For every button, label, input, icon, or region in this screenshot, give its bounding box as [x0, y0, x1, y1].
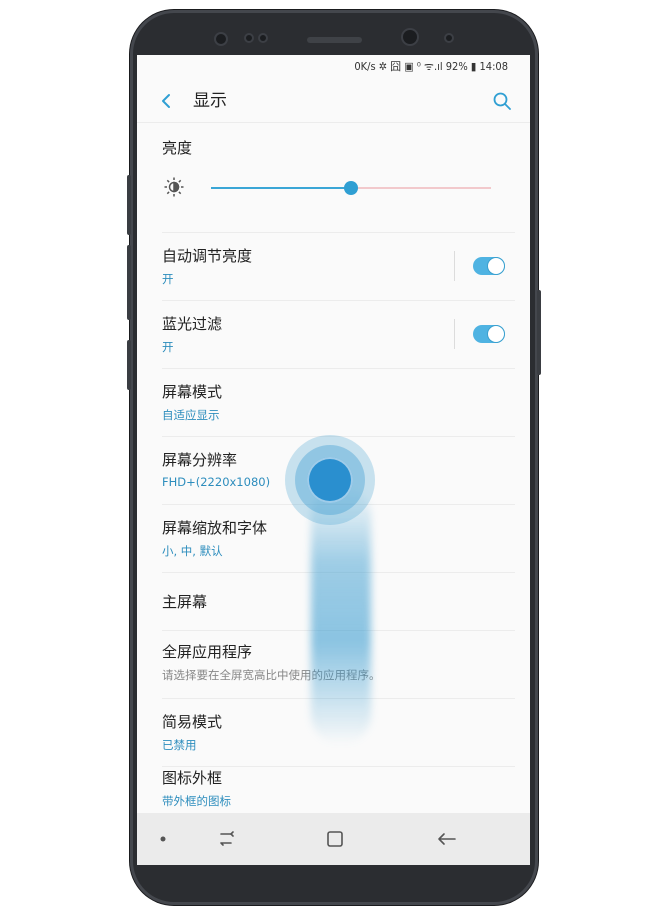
status-bar: 0K/s ✲ 囧 ▣ ⁰ ᯤ.ıl 92% ▮ 14:08	[354, 60, 508, 73]
separator	[454, 319, 455, 349]
front-camera	[403, 30, 417, 44]
nav-back-button[interactable]	[427, 825, 467, 853]
setting-title: 全屏应用程序	[162, 643, 253, 661]
sensor-dot	[446, 35, 452, 41]
sensor-dot	[260, 35, 266, 41]
chevron-left-icon	[162, 94, 170, 108]
app-bar: 显示	[137, 79, 530, 123]
slider-track	[351, 187, 491, 189]
recents-button[interactable]	[207, 825, 247, 853]
navigation-bar	[137, 813, 530, 865]
touch-indicator	[307, 457, 353, 503]
toggle-knob	[488, 258, 504, 274]
power-button	[537, 290, 541, 375]
setting-blue-light-filter[interactable]: 蓝光过滤 开	[137, 301, 530, 369]
setting-title: 主屏幕	[162, 593, 208, 611]
setting-title: 屏幕模式	[162, 383, 223, 401]
setting-subtitle: 已禁用	[162, 738, 197, 752]
setting-subtitle: 开	[162, 272, 174, 286]
back-icon	[438, 833, 456, 845]
brightness-title: 亮度	[162, 139, 193, 157]
dot-icon	[160, 836, 166, 842]
search-icon	[493, 92, 511, 110]
setting-subtitle: 自适应显示	[162, 408, 220, 422]
page-title: 显示	[193, 91, 227, 111]
bixby-button	[127, 340, 131, 390]
setting-title: 屏幕缩放和字体	[162, 519, 268, 537]
settings-screen: 0K/s ✲ 囧 ▣ ⁰ ᯤ.ıl 92% ▮ 14:08 显示 亮度 自动调节…	[137, 55, 530, 865]
setting-screen-mode[interactable]: 屏幕模式 自适应显示	[137, 369, 530, 437]
setting-title: 简易模式	[162, 713, 223, 731]
setting-title: 自动调节亮度	[162, 247, 253, 265]
setting-title: 蓝光过滤	[162, 315, 223, 333]
nav-dot-button[interactable]	[149, 825, 189, 853]
volume-up-button	[127, 175, 131, 235]
sensor-dot	[246, 35, 252, 41]
separator	[454, 251, 455, 281]
back-button[interactable]	[155, 89, 179, 113]
setting-title: 屏幕分辨率	[162, 451, 238, 469]
brightness-section: 亮度	[137, 123, 530, 233]
sensor-dot	[216, 34, 226, 44]
setting-subtitle: FHD+(2220x1080)	[162, 475, 271, 489]
home-icon	[327, 831, 343, 847]
slider-fill	[211, 187, 351, 189]
sun-icon	[164, 177, 184, 197]
setting-title: 图标外框	[162, 769, 223, 787]
recents-icon	[220, 831, 234, 846]
setting-subtitle: 开	[162, 340, 174, 354]
auto-brightness-toggle[interactable]	[473, 257, 505, 275]
search-button[interactable]	[490, 89, 514, 113]
volume-down-button	[127, 245, 131, 320]
setting-icon-frames[interactable]: 图标外框 带外框的图标	[137, 767, 530, 817]
home-button[interactable]	[315, 825, 355, 853]
setting-subtitle: 带外框的图标	[162, 794, 231, 808]
slider-thumb[interactable]	[344, 181, 358, 195]
blue-light-filter-toggle[interactable]	[473, 325, 505, 343]
setting-subtitle: 小, 中, 默认	[162, 544, 223, 558]
earpiece	[307, 37, 362, 43]
brightness-slider[interactable]	[211, 181, 491, 195]
setting-auto-brightness[interactable]: 自动调节亮度 开	[137, 233, 530, 301]
toggle-knob	[488, 326, 504, 342]
